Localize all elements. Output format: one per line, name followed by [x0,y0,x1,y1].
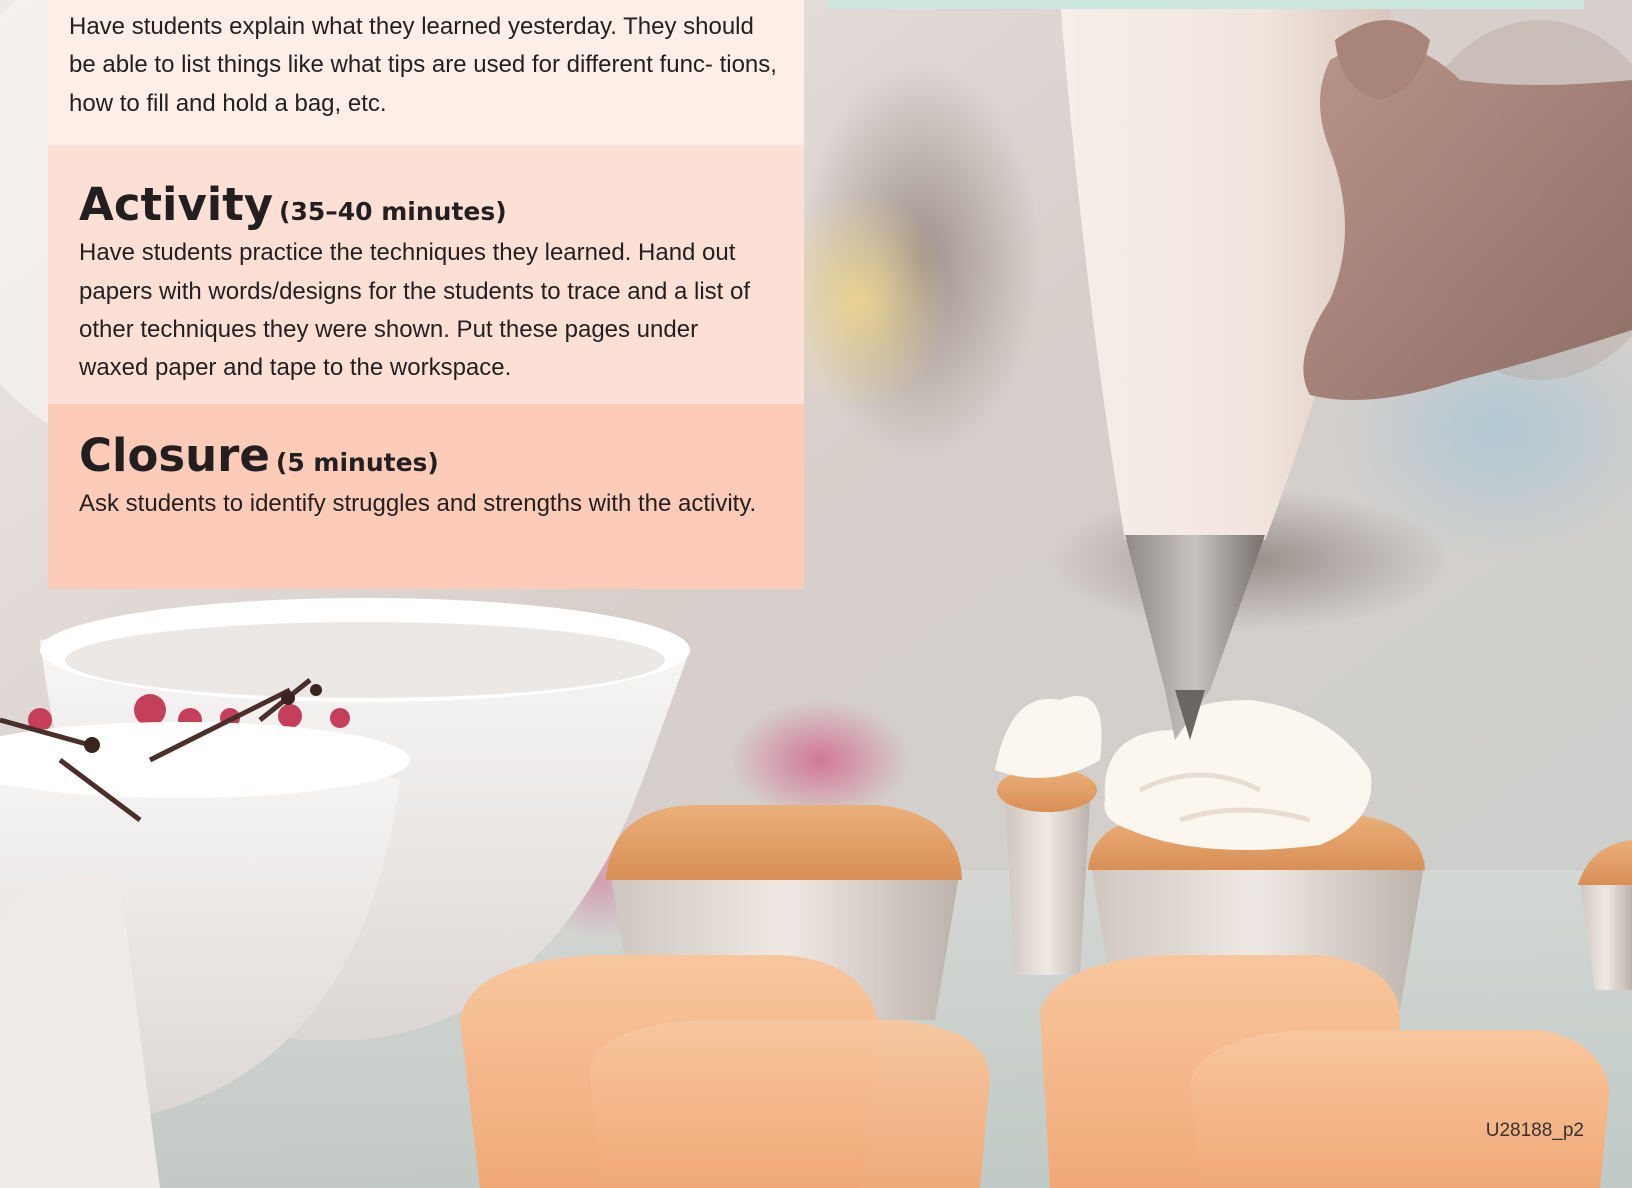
review-section: Have students explain what they learned … [48,0,804,145]
activity-heading: Activity (35–40 minutes) [79,181,764,228]
activity-title: Activity [79,178,274,231]
closure-body-text: Ask students to identify struggles and s… [79,490,757,518]
activity-body-text: Have students practice the techniques th… [79,239,751,382]
closure-section: Closure (5 minutes) Ask students to ident… [48,404,804,589]
closure-duration: (5 minutes) [275,448,439,477]
closure-title: Closure [79,429,270,482]
closure-heading: Closure (5 minutes) [79,432,764,479]
activity-section: Activity (35–40 minutes) Have students pr… [48,145,804,404]
activity-duration: (35–40 minutes) [279,197,507,226]
review-body-text: Have students explain what they learned … [69,13,777,117]
page-identifier: U28188_p2 [1485,1120,1584,1141]
header-accent-band [828,0,1584,9]
